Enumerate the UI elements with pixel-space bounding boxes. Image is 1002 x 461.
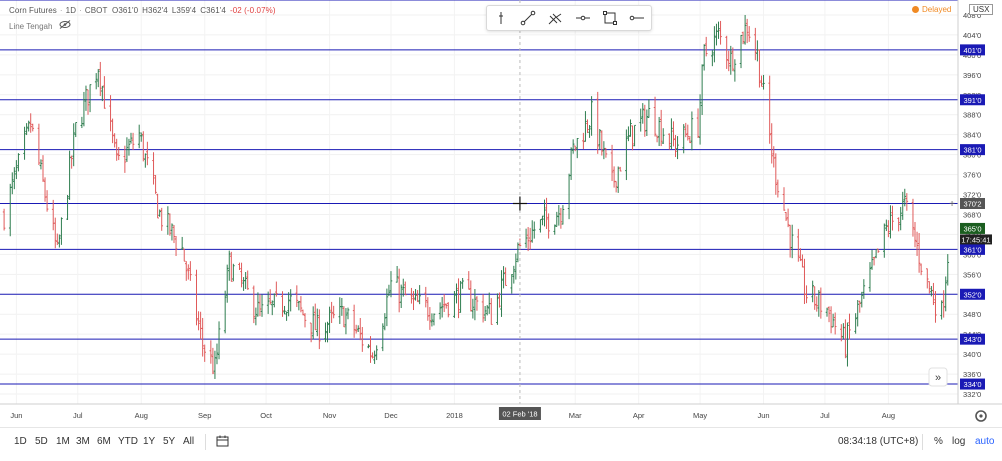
timeframe-5d[interactable]: 5D — [35, 436, 48, 447]
time-tick-label: Mar — [569, 411, 582, 420]
toolbar-divider — [922, 434, 923, 450]
time-tick-label: Nov — [323, 411, 337, 420]
delayed-label: Delayed — [922, 5, 952, 14]
plot-background — [0, 0, 958, 404]
exchange: CBOT — [84, 6, 108, 15]
timeframe-1d[interactable]: 1D — [14, 436, 27, 447]
time-tick-label: Oct — [260, 411, 273, 420]
log-toggle[interactable]: log — [952, 436, 965, 447]
timeframe-5y[interactable]: 5Y — [163, 436, 175, 447]
ohlc-close: C361'4 — [200, 6, 226, 15]
level-tag-label: 352'0 — [963, 290, 981, 299]
level-tag-label: 381'0 — [963, 146, 981, 155]
time-tick-label: Jun — [10, 411, 22, 420]
interval[interactable]: 1D — [66, 6, 76, 15]
ohlc-high: H362'4 — [142, 6, 168, 15]
horizontal-ray-icon[interactable] — [573, 8, 593, 28]
timeframe-3m[interactable]: 3M — [76, 436, 90, 447]
eye-off-icon[interactable] — [59, 20, 71, 31]
percent-toggle[interactable]: % — [934, 436, 943, 447]
plus-icon: + — [949, 199, 955, 210]
pitchfork-icon[interactable] — [545, 8, 565, 28]
trend-line-icon[interactable] — [518, 8, 538, 28]
settings-gear-button[interactable] — [975, 410, 987, 422]
scroll-to-realtime-button[interactable]: » — [928, 367, 948, 387]
last-price-label: 365'0 — [963, 224, 981, 233]
price-tick-label: 388'0 — [963, 111, 981, 120]
price-tick-label: 348'0 — [963, 310, 981, 319]
bottom-toolbar: 1D 5D 1M 3M 6M YTD 1Y 5Y All 08:34:18 (U… — [0, 427, 1002, 457]
chevron-double-right-icon: » — [935, 372, 941, 384]
price-tick-label: 404'0 — [963, 31, 981, 40]
symbol-name[interactable]: Corn Futures — [9, 6, 57, 15]
symbol-legend: Corn Futures · 1D · CBOT O361'0 H362'4 L359'4 C… — [9, 6, 276, 15]
toolbar-divider — [205, 434, 206, 450]
chart-canvas[interactable]: 408'0404'0400'0396'0392'0388'0384'0380'0… — [0, 0, 1002, 456]
delayed-dot-icon — [912, 6, 919, 13]
time-axis[interactable]: Jun Jul Aug Sep Oct Nov Dec 2018 Mar Apr May Jun Jul… — [10, 407, 895, 420]
timeframe-ytd[interactable]: YTD — [118, 436, 138, 447]
level-tag-label: 370'2 — [963, 199, 981, 208]
price-tick-label: 336'0 — [963, 370, 981, 379]
delayed-indicator[interactable]: Delayed — [912, 5, 951, 14]
drawing-toolbar — [486, 5, 652, 31]
currency-badge[interactable]: USX — [969, 4, 994, 15]
price-tick-label: 376'0 — [963, 171, 981, 180]
timeframe-1y[interactable]: 1Y — [143, 436, 155, 447]
time-tick-label: Jun — [757, 411, 769, 420]
time-tick-label: 2018 — [446, 411, 463, 420]
price-tick-label: 368'0 — [963, 210, 981, 219]
crosshair-date-label: 02 Feb '18 — [502, 410, 537, 419]
price-chart[interactable]: 408'0404'0400'0396'0392'0388'0384'0380'0… — [0, 0, 1002, 457]
timeframe-1m[interactable]: 1M — [56, 436, 70, 447]
ohlc-low: L359'4 — [171, 6, 197, 15]
level-tag-label: 391'0 — [963, 96, 981, 105]
countdown-label: 17:45:41 — [961, 235, 990, 244]
level-tag-label: 401'0 — [963, 46, 981, 55]
price-tick-label: 340'0 — [963, 350, 981, 359]
time-tick-label: Apr — [633, 411, 645, 420]
clock-timezone[interactable]: 08:34:18 (UTC+8) — [838, 436, 918, 447]
time-tick-label: Sep — [198, 411, 211, 420]
horizontal-line-icon[interactable] — [627, 8, 647, 28]
price-tick-label: 396'0 — [963, 71, 981, 80]
time-tick-label: May — [693, 411, 707, 420]
time-tick-label: Jul — [73, 411, 83, 420]
time-tick-label: Jul — [820, 411, 830, 420]
price-tick-label: 384'0 — [963, 131, 981, 140]
level-tag-label: 334'0 — [963, 380, 981, 389]
price-tick-label: 332'0 — [963, 390, 981, 399]
timeframe-6m[interactable]: 6M — [97, 436, 111, 447]
ohlc-change: -02 (-0.07%) — [229, 6, 276, 15]
level-tag-label: 343'0 — [963, 335, 981, 344]
cursor-cross-icon[interactable] — [491, 8, 511, 28]
date-range-icon[interactable] — [216, 435, 229, 450]
timeframe-all[interactable]: All — [183, 436, 194, 447]
rectangle-icon[interactable] — [600, 8, 620, 28]
ohlc-open: O361'0 — [112, 6, 139, 15]
time-tick-label: Aug — [135, 411, 148, 420]
time-tick-label: Dec — [384, 411, 398, 420]
level-tag-label: 361'0 — [963, 245, 981, 254]
indicator-legend[interactable]: Line Tengah — [9, 20, 71, 31]
time-tick-label: Aug — [882, 411, 895, 420]
indicator-name[interactable]: Line Tengah — [9, 22, 52, 31]
auto-scale-toggle[interactable]: auto — [975, 436, 994, 447]
price-tick-label: 356'0 — [963, 270, 981, 279]
